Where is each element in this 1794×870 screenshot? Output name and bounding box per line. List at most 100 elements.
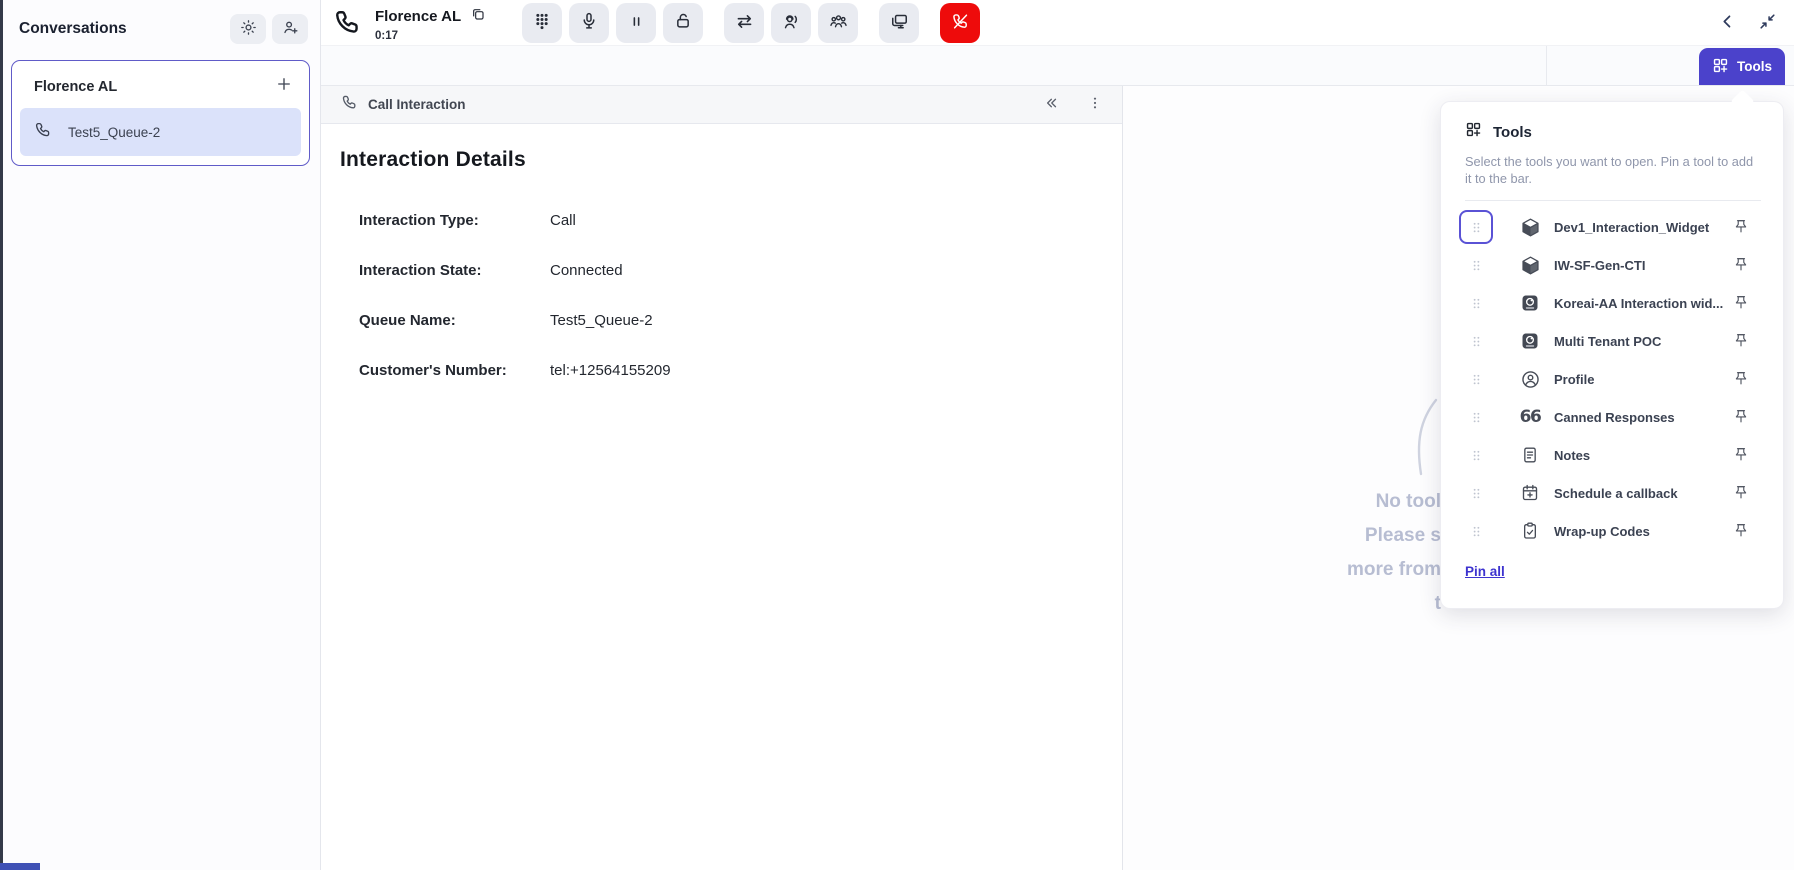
tool-label: Notes <box>1554 448 1729 463</box>
koreai-logo-icon <box>1519 293 1541 313</box>
tools-popup: Tools Select the tools you want to open.… <box>1440 101 1784 609</box>
tool-label: Dev1_Interaction_Widget <box>1554 220 1729 235</box>
drag-handle[interactable] <box>1459 210 1493 244</box>
field-value: Connected <box>550 262 623 279</box>
tools-popup-header: Tools <box>1465 121 1761 143</box>
double-chevron-left-icon <box>1042 94 1060 115</box>
mute-button[interactable] <box>569 3 609 43</box>
agent-desktop-app: Conversations <box>0 0 1794 870</box>
empty-state-line: t <box>1124 587 1441 621</box>
drag-handle[interactable] <box>1459 476 1493 510</box>
end-call-button[interactable] <box>940 3 980 43</box>
kebab-menu-icon <box>1087 95 1103 114</box>
tool-row-canned-responses[interactable]: 66 Canned Responses <box>1465 398 1761 436</box>
drag-handle[interactable] <box>1459 248 1493 282</box>
consult-button[interactable] <box>771 3 811 43</box>
active-contact: Florence AL 0:17 <box>333 3 486 42</box>
details-title: Interaction Details <box>340 148 1102 172</box>
copy-icon[interactable] <box>470 6 486 27</box>
field-label: Interaction State: <box>340 262 550 279</box>
clipboard-check-icon <box>1519 521 1541 541</box>
field-value: tel:+12564155209 <box>550 362 671 379</box>
tool-row-notes[interactable]: Notes <box>1465 436 1761 474</box>
plus-icon[interactable] <box>275 75 293 98</box>
widgets-icon <box>1712 57 1729 77</box>
tools-button[interactable]: Tools <box>1699 48 1785 85</box>
conference-people-icon <box>828 11 849 35</box>
phone-icon <box>333 8 362 42</box>
pin-icon[interactable] <box>1729 443 1753 467</box>
conference-button[interactable] <box>818 3 858 43</box>
window-controls <box>1716 12 1778 34</box>
transfer-arrows-icon <box>734 11 755 35</box>
drag-handle[interactable] <box>1459 324 1493 358</box>
detail-row: Queue Name: Test5_Queue-2 <box>340 312 1102 329</box>
pin-icon[interactable] <box>1729 405 1753 429</box>
call-interaction-header: Call Interaction <box>321 86 1122 124</box>
contact-name: Florence AL <box>375 8 461 25</box>
strip-divider <box>1546 46 1547 86</box>
interaction-details: Interaction Details Interaction Type: Ca… <box>321 124 1122 379</box>
pin-icon[interactable] <box>1729 253 1753 277</box>
profile-icon <box>1519 369 1541 390</box>
empty-state-line: Please s <box>1124 519 1441 553</box>
tools-bar-strip: Tools <box>321 46 1794 86</box>
package-icon <box>1519 255 1541 276</box>
tool-label: Wrap-up Codes <box>1554 524 1729 539</box>
tool-row-koreai-aa-interaction-widget[interactable]: Koreai-AA Interaction wid... <box>1465 284 1761 322</box>
pin-all-link[interactable]: Pin all <box>1465 564 1505 579</box>
add-contact-button[interactable] <box>272 14 308 44</box>
field-label: Customer's Number: <box>340 362 550 379</box>
sidebar-title: Conversations <box>19 20 224 38</box>
pin-icon[interactable] <box>1729 519 1753 543</box>
settings-button[interactable] <box>230 14 266 44</box>
person-add-icon <box>282 19 299 39</box>
package-icon <box>1519 217 1541 238</box>
dialpad-icon <box>532 11 552 34</box>
screen-share-icon <box>889 11 910 35</box>
panel-back-button[interactable] <box>1716 12 1738 34</box>
drag-handle[interactable] <box>1459 286 1493 320</box>
field-value: Call <box>550 212 576 229</box>
field-label: Interaction Type: <box>340 212 550 229</box>
drag-handle[interactable] <box>1459 362 1493 396</box>
transfer-button[interactable] <box>724 3 764 43</box>
tool-label: Profile <box>1554 372 1729 387</box>
collapse-icon <box>1758 12 1777 34</box>
pin-icon[interactable] <box>1729 367 1753 391</box>
conversation-item[interactable]: Test5_Queue-2 <box>20 108 301 156</box>
conversation-item-label: Test5_Queue-2 <box>68 125 160 140</box>
pin-icon[interactable] <box>1729 215 1753 239</box>
lock-button[interactable] <box>663 3 703 43</box>
panel-menu-button[interactable] <box>1082 92 1108 118</box>
tool-row-wrap-up-codes[interactable]: Wrap-up Codes <box>1465 512 1761 550</box>
phone-icon <box>34 121 52 144</box>
detail-row: Interaction State: Connected <box>340 262 1102 279</box>
call-interaction-panel: Call Interaction Interaction Details <box>321 86 1123 870</box>
detail-row: Interaction Type: Call <box>340 212 1102 229</box>
collapse-panel-button[interactable] <box>1038 92 1064 118</box>
pin-icon[interactable] <box>1729 329 1753 353</box>
exit-fullscreen-button[interactable] <box>1756 12 1778 34</box>
tool-row-dev1-interaction-widget[interactable]: Dev1_Interaction_Widget <box>1465 208 1761 246</box>
drag-handle[interactable] <box>1459 514 1493 548</box>
tool-label: Schedule a callback <box>1554 486 1729 501</box>
notes-icon <box>1519 445 1541 465</box>
drag-handle[interactable] <box>1459 400 1493 434</box>
hold-button[interactable] <box>616 3 656 43</box>
pin-icon[interactable] <box>1729 481 1753 505</box>
tool-row-profile[interactable]: Profile <box>1465 360 1761 398</box>
field-label: Queue Name: <box>340 312 550 329</box>
dialpad-button[interactable] <box>522 3 562 43</box>
empty-state-line: No tool <box>1124 485 1441 519</box>
tool-row-multi-tenant-poc[interactable]: Multi Tenant POC <box>1465 322 1761 360</box>
koreai-logo-icon <box>1519 331 1541 351</box>
conversation-group-card: Florence AL Test5_Queue-2 <box>11 60 310 166</box>
screen-share-button[interactable] <box>879 3 919 43</box>
tool-row-iw-sf-gen-cti[interactable]: IW-SF-Gen-CTI <box>1465 246 1761 284</box>
drag-handle[interactable] <box>1459 438 1493 472</box>
pin-icon[interactable] <box>1729 291 1753 315</box>
divider <box>1465 200 1761 201</box>
gear-icon <box>240 19 257 39</box>
tool-row-schedule-a-callback[interactable]: Schedule a callback <box>1465 474 1761 512</box>
